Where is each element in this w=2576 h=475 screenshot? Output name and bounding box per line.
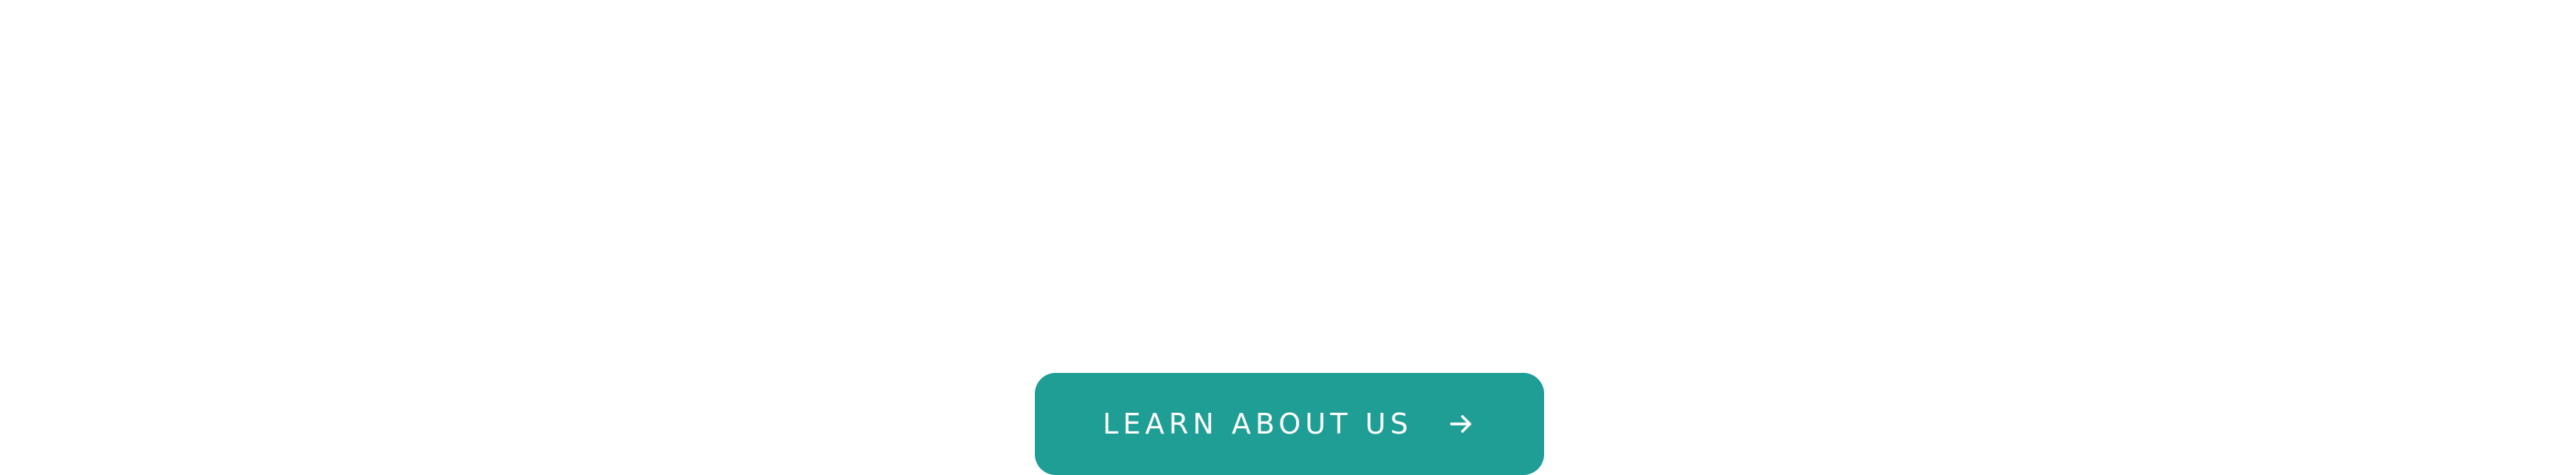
learn-about-us-button[interactable]: LEARN ABOUT US: [1035, 373, 1544, 475]
learn-about-us-label: LEARN ABOUT US: [1102, 408, 1413, 440]
arrow-right-icon: [1446, 409, 1476, 439]
page-background: LEARN ABOUT US: [0, 0, 2576, 475]
